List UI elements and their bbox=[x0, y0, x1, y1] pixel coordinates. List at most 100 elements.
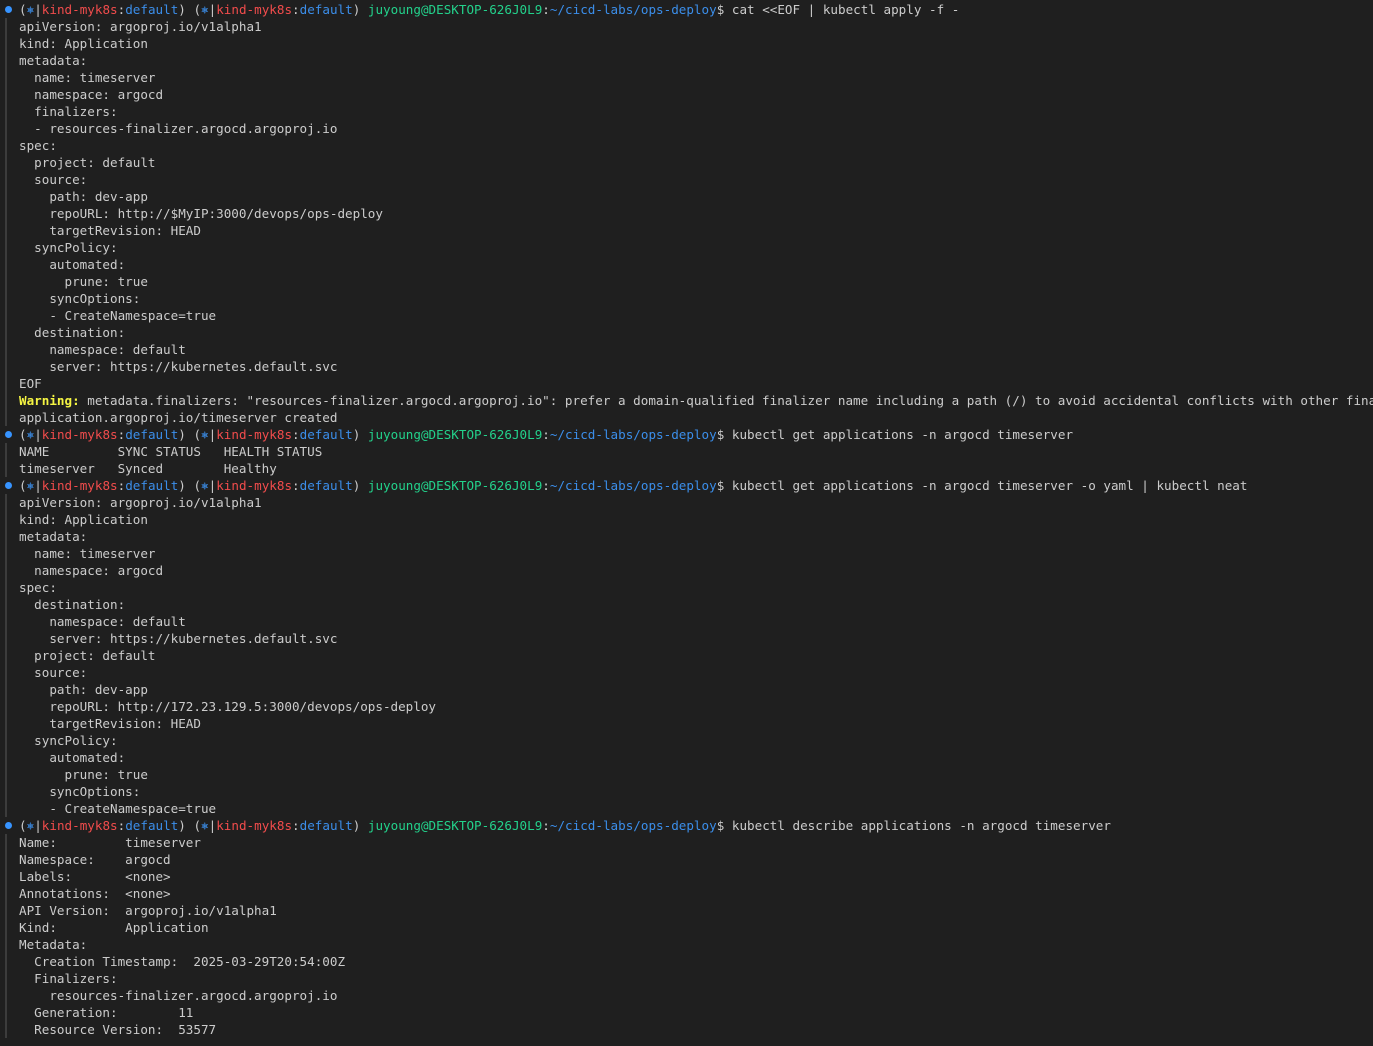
output-text: name: timeserver bbox=[19, 546, 156, 561]
output-gutter bbox=[5, 86, 7, 103]
output-text: namespace: argocd bbox=[19, 87, 164, 102]
output-gutter bbox=[5, 392, 7, 409]
output-gutter bbox=[5, 766, 7, 783]
output-gutter bbox=[5, 919, 7, 936]
output-gutter bbox=[5, 800, 7, 817]
output-text: kind: Application bbox=[19, 512, 148, 527]
output-line: application.argoproj.io/timeserver creat… bbox=[0, 409, 1373, 426]
output-line: Labels: <none> bbox=[0, 868, 1373, 885]
output-text: Annotations: <none> bbox=[19, 886, 171, 901]
output-line: kind: Application bbox=[0, 35, 1373, 52]
command-status-dot-icon[interactable] bbox=[5, 482, 12, 489]
output-line: syncPolicy: bbox=[0, 239, 1373, 256]
output-gutter bbox=[5, 698, 7, 715]
output-text: Creation Timestamp: 2025-03-29T20:54:00Z bbox=[19, 954, 346, 969]
kubernetes-icon: ⎈ bbox=[26, 2, 35, 17]
output-gutter bbox=[5, 307, 7, 324]
output-line: - CreateNamespace=true bbox=[0, 800, 1373, 817]
output-line: prune: true bbox=[0, 273, 1373, 290]
output-line: namespace: default bbox=[0, 341, 1373, 358]
kubernetes-icon: ⎈ bbox=[201, 2, 209, 17]
kube-context: kind-myk8s bbox=[41, 818, 118, 833]
output-line: Namespace: argocd bbox=[0, 851, 1373, 868]
output-line: Name: timeserver bbox=[0, 834, 1373, 851]
output-line: source: bbox=[0, 664, 1373, 681]
prompt-path: ~/cicd-labs/ops-deploy bbox=[549, 478, 717, 493]
output-line: repoURL: http://172.23.129.5:3000/devops… bbox=[0, 698, 1373, 715]
output-text: Labels: <none> bbox=[19, 869, 171, 884]
output-gutter bbox=[5, 664, 7, 681]
output-text: name: timeserver bbox=[19, 70, 156, 85]
output-gutter bbox=[5, 239, 7, 256]
command-status-dot-icon[interactable] bbox=[5, 822, 12, 829]
output-gutter bbox=[5, 987, 7, 1004]
prompt-line: (⎈|kind-myk8s:default) (⎈|kind-myk8s:def… bbox=[0, 426, 1373, 443]
output-text: syncPolicy: bbox=[19, 733, 118, 748]
output-gutter bbox=[5, 613, 7, 630]
warning-text: metadata.finalizers: "resources-finalize… bbox=[79, 393, 1373, 408]
output-line: project: default bbox=[0, 647, 1373, 664]
output-text: Kind: Application bbox=[19, 920, 209, 935]
output-gutter bbox=[5, 1004, 7, 1021]
kube-context: kind-myk8s bbox=[41, 478, 118, 493]
output-line: path: dev-app bbox=[0, 188, 1373, 205]
output-line: source: bbox=[0, 171, 1373, 188]
output-gutter bbox=[5, 188, 7, 205]
prompt-line: (⎈|kind-myk8s:default) (⎈|kind-myk8s:def… bbox=[0, 477, 1373, 494]
prompt-path: ~/cicd-labs/ops-deploy bbox=[549, 427, 717, 442]
kube-context: kind-myk8s bbox=[41, 2, 118, 17]
output-text: destination: bbox=[19, 597, 126, 612]
output-text: prune: true bbox=[19, 767, 148, 782]
output-line: finalizers: bbox=[0, 103, 1373, 120]
output-line: Metadata: bbox=[0, 936, 1373, 953]
output-line: resources-finalizer.argocd.argoproj.io bbox=[0, 987, 1373, 1004]
output-text: - CreateNamespace=true bbox=[19, 801, 217, 816]
output-line: API Version: argoproj.io/v1alpha1 bbox=[0, 902, 1373, 919]
command-text: cat <<EOF | kubectl apply -f - bbox=[731, 2, 960, 17]
output-gutter bbox=[5, 851, 7, 868]
command-status-dot-icon[interactable] bbox=[5, 6, 12, 13]
kube-namespace: default bbox=[125, 2, 179, 17]
output-gutter bbox=[5, 749, 7, 766]
kube-context: kind-myk8s bbox=[41, 427, 118, 442]
output-text: repoURL: http://172.23.129.5:3000/devops… bbox=[19, 699, 437, 714]
kubernetes-icon: ⎈ bbox=[201, 427, 209, 442]
terminal-output[interactable]: (⎈|kind-myk8s:default) (⎈|kind-myk8s:def… bbox=[0, 0, 1373, 1046]
output-gutter bbox=[5, 324, 7, 341]
output-text: finalizers: bbox=[19, 104, 118, 119]
command-status-dot-icon[interactable] bbox=[5, 431, 12, 438]
output-text: apiVersion: argoproj.io/v1alpha1 bbox=[19, 495, 262, 510]
output-gutter bbox=[5, 18, 7, 35]
output-text: NAME SYNC STATUS HEALTH STATUS bbox=[19, 444, 323, 459]
output-text: application.argoproj.io/timeserver creat… bbox=[19, 410, 338, 425]
output-line: syncOptions: bbox=[0, 783, 1373, 800]
output-gutter bbox=[5, 902, 7, 919]
output-line: server: https://kubernetes.default.svc bbox=[0, 358, 1373, 375]
command-text: kubectl get applications -n argocd times… bbox=[731, 478, 1248, 493]
output-text: API Version: argoproj.io/v1alpha1 bbox=[19, 903, 277, 918]
kube-namespace: default bbox=[299, 818, 353, 833]
kube-namespace: default bbox=[125, 427, 179, 442]
output-gutter bbox=[5, 205, 7, 222]
output-text: automated: bbox=[19, 257, 126, 272]
output-text: spec: bbox=[19, 138, 57, 153]
output-gutter bbox=[5, 35, 7, 52]
output-text: EOF bbox=[19, 376, 42, 391]
output-gutter bbox=[5, 868, 7, 885]
output-line: - CreateNamespace=true bbox=[0, 307, 1373, 324]
output-text: - resources-finalizer.argocd.argoproj.io bbox=[19, 121, 338, 136]
prompt-user-host: juyoung@DESKTOP-626J0L9 bbox=[367, 818, 543, 833]
output-gutter bbox=[5, 1021, 7, 1038]
output-text: targetRevision: HEAD bbox=[19, 223, 201, 238]
output-line: destination: bbox=[0, 324, 1373, 341]
kubernetes-icon: ⎈ bbox=[201, 478, 209, 493]
output-text: namespace: default bbox=[19, 614, 186, 629]
output-gutter bbox=[5, 290, 7, 307]
output-line: metadata: bbox=[0, 528, 1373, 545]
output-line: automated: bbox=[0, 256, 1373, 273]
output-gutter bbox=[5, 596, 7, 613]
output-text: Finalizers: bbox=[19, 971, 118, 986]
output-line: name: timeserver bbox=[0, 545, 1373, 562]
output-text: project: default bbox=[19, 155, 156, 170]
kube-context: kind-myk8s bbox=[216, 478, 293, 493]
